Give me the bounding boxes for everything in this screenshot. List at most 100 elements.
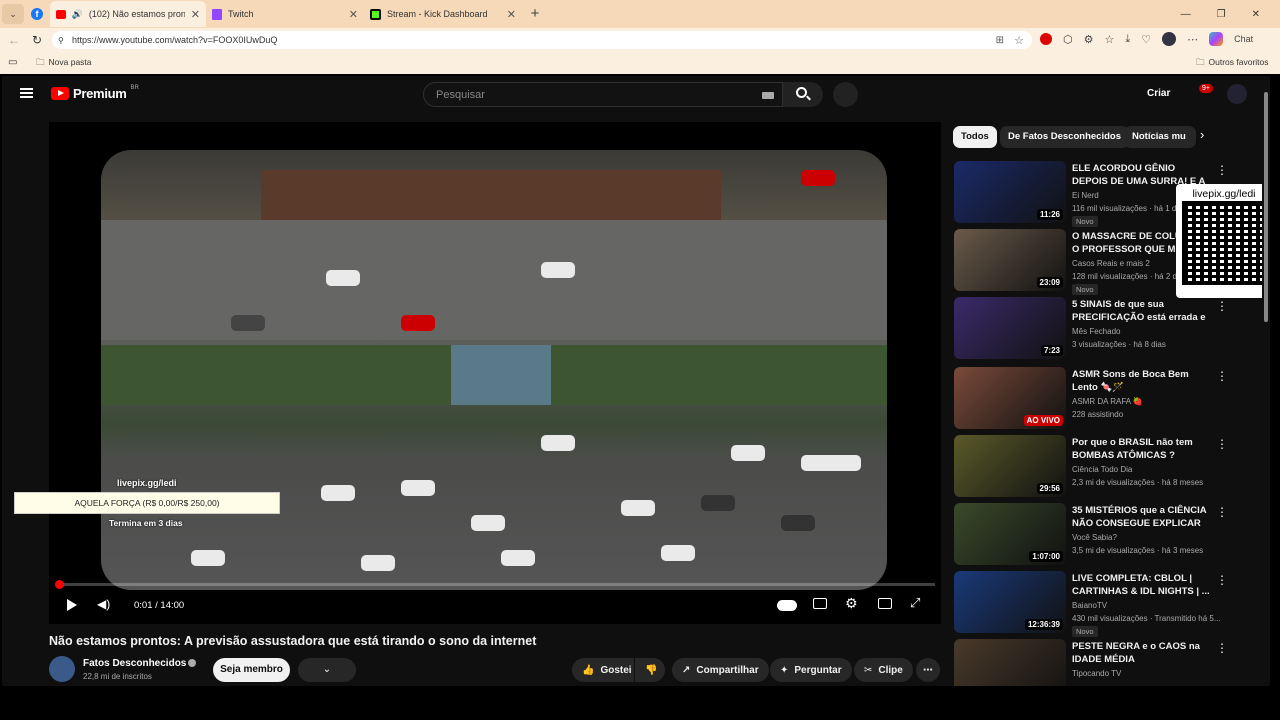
subtitles-icon[interactable] (813, 598, 827, 609)
url-field[interactable]: ⚲ https://www.youtube.com/watch?v=FOOX0I… (52, 31, 1032, 49)
close-icon[interactable]: ✕ (349, 8, 358, 21)
recommendation-channel[interactable]: Tipocando TV (1072, 669, 1121, 678)
chip-news[interactable]: Notícias mu (1124, 126, 1196, 148)
ask-button[interactable]: ✦ Perguntar (770, 658, 852, 682)
speaker-icon[interactable]: 🔊 (72, 9, 83, 20)
like-button[interactable]: 👍 Gostei (572, 658, 634, 682)
recommendation-title[interactable]: LIVE COMPLETA: CBLOL | CARTINHAS & IDL N… (1072, 572, 1212, 598)
voice-search-button[interactable] (833, 82, 858, 107)
more-options-icon[interactable]: ⋮ (1216, 505, 1228, 519)
sidebar-toggle-icon[interactable]: ▭ (8, 57, 17, 68)
extension-2-icon[interactable]: ⚙ (1084, 33, 1094, 46)
video-thumbnail[interactable]: 29:56 (954, 435, 1066, 497)
search-button[interactable] (783, 82, 823, 107)
recommendation-title[interactable]: 35 MISTÉRIOS que a CIÊNCIA NÃO CONSEGUE … (1072, 504, 1212, 530)
dislike-button[interactable]: 👎 (635, 658, 665, 682)
subscribe-dropdown-button[interactable]: ⌄ (298, 658, 356, 682)
recommendation-card[interactable]: 7:23 5 SINAIS de que sua PRECIFICAÇÃO es… (954, 297, 1254, 361)
recommendation-title[interactable]: 5 SINAIS de que sua PRECIFICAÇÃO está er… (1072, 298, 1212, 324)
video-thumbnail[interactable]: 1:07:00 (954, 503, 1066, 565)
close-icon[interactable]: ✕ (191, 8, 200, 21)
play-icon[interactable] (67, 599, 77, 611)
youtube-logo[interactable]: Premium BR (51, 85, 139, 101)
notifications-badge[interactable]: 9+ (1199, 84, 1213, 93)
tab-youtube[interactable]: 🔊 (102) Não estamos prontos: A ✕ (50, 1, 206, 27)
reader-icon[interactable]: ⊞ (996, 35, 1004, 46)
tab-kick[interactable]: Stream - Kick Dashboard ✕ (364, 1, 522, 27)
share-button[interactable]: ↗ Compartilhar (672, 658, 769, 682)
recommendation-channel[interactable]: Mês Fechado (1072, 327, 1120, 336)
more-options-icon[interactable]: ⋮ (1216, 641, 1228, 655)
tab-menu-button[interactable]: ⌄ (2, 4, 24, 24)
close-window-icon[interactable]: ✕ (1252, 9, 1260, 20)
recommendation-channel[interactable]: BaianoTV (1072, 601, 1107, 610)
copilot-icon[interactable] (1209, 32, 1224, 46)
recommendation-title[interactable]: ASMR Sons de Boca Bem Lento 🍬🪄 (1072, 368, 1212, 394)
chat-label[interactable]: Chat (1234, 34, 1253, 44)
keyboard-icon[interactable] (762, 92, 774, 99)
more-options-icon[interactable]: ⋮ (1216, 369, 1228, 383)
more-options-icon[interactable]: ⋮ (1216, 163, 1228, 177)
video-thumbnail[interactable]: 11:26 (954, 161, 1066, 223)
recommendation-card[interactable]: PESTE NEGRA e o CAOS na IDADE MÉDIA Tipo… (954, 639, 1254, 686)
recommendation-title[interactable]: PESTE NEGRA e o CAOS na IDADE MÉDIA (1072, 640, 1212, 666)
settings-icon[interactable]: ⚙ (845, 595, 858, 612)
heart-icon[interactable]: ♡ (1141, 33, 1151, 46)
more-options-icon[interactable]: ⋮ (1216, 573, 1228, 587)
favorites-icon[interactable]: ☆ (1104, 33, 1114, 46)
more-options-icon[interactable]: ⋮ (1216, 437, 1228, 451)
clip-button[interactable]: ✂ Clipe (854, 658, 913, 682)
video-thumbnail[interactable]: 12:36:39 (954, 571, 1066, 633)
progress-bar[interactable] (55, 580, 935, 589)
create-button[interactable]: Criar (1147, 88, 1170, 99)
scrollbar-thumb[interactable] (1264, 92, 1268, 322)
chevron-right-icon[interactable]: › (1200, 127, 1204, 142)
bookmark-folder[interactable]: 🗀 Nova pasta (36, 57, 92, 71)
progress-scrubber[interactable] (55, 580, 64, 589)
hamburger-menu-icon[interactable] (20, 88, 33, 98)
scrollbar[interactable] (1262, 76, 1270, 686)
facebook-pinned-tab[interactable]: f (24, 1, 50, 27)
reload-icon[interactable]: ↻ (32, 33, 42, 47)
chip-channel[interactable]: De Fatos Desconhecidos (1000, 126, 1129, 148)
close-icon[interactable]: ✕ (507, 8, 516, 21)
account-avatar[interactable] (1227, 84, 1247, 104)
recommendation-title[interactable]: Por que o BRASIL não tem BOMBAS ATÔMICAS… (1072, 436, 1212, 462)
channel-name[interactable]: Fatos Desconhecidos (83, 658, 186, 669)
recommendation-channel[interactable]: Você Sabia? (1072, 533, 1117, 542)
search-input[interactable]: Pesquisar (423, 82, 783, 107)
other-favorites[interactable]: 🗀 Outros favoritos (1196, 57, 1269, 71)
recommendation-card[interactable]: 29:56 Por que o BRASIL não tem BOMBAS AT… (954, 435, 1254, 499)
profile-avatar[interactable] (1162, 32, 1177, 46)
recommendation-channel[interactable]: Ei Nerd (1072, 191, 1099, 200)
volume-icon[interactable]: ◀) (97, 597, 110, 611)
extension-icon[interactable]: ⬡ (1063, 33, 1073, 46)
recommendation-card[interactable]: AO VIVO ASMR Sons de Boca Bem Lento 🍬🪄 A… (954, 367, 1254, 431)
back-icon[interactable]: ← (8, 33, 20, 47)
join-button[interactable]: Seja membro (213, 658, 290, 682)
more-actions-button[interactable]: ⋯ (916, 658, 940, 682)
miniplayer-icon[interactable] (878, 598, 892, 609)
video-thumbnail[interactable]: 7:23 (954, 297, 1066, 359)
download-icon[interactable]: ⤓ (1125, 33, 1130, 46)
favorite-star-icon[interactable]: ☆ (1014, 34, 1024, 47)
video-player[interactable]: livepix.gg/ledi Termina em 3 dias (49, 122, 941, 624)
more-icon[interactable]: ⋯ (1187, 33, 1198, 46)
restore-icon[interactable]: ❐ (1217, 9, 1226, 20)
tab-twitch[interactable]: Twitch ✕ (206, 1, 364, 27)
video-thumbnail[interactable]: AO VIVO (954, 367, 1066, 429)
recommendation-card[interactable]: 12:36:39 LIVE COMPLETA: CBLOL | CARTINHA… (954, 571, 1254, 637)
video-thumbnail[interactable] (954, 639, 1066, 686)
opera-extension-icon[interactable] (1040, 33, 1052, 45)
more-options-icon[interactable]: ⋮ (1216, 299, 1228, 313)
recommendation-channel[interactable]: Ciência Todo Dia (1072, 465, 1132, 474)
channel-avatar[interactable] (49, 656, 75, 682)
minimize-icon[interactable]: — (1181, 9, 1191, 20)
recommendation-channel[interactable]: Casos Reais e mais 2 (1072, 259, 1150, 268)
autoplay-toggle[interactable] (777, 600, 797, 611)
recommendation-card[interactable]: 1:07:00 35 MISTÉRIOS que a CIÊNCIA NÃO C… (954, 503, 1254, 567)
fullscreen-icon[interactable]: ⤢ (910, 595, 920, 611)
chip-all[interactable]: Todos (953, 126, 997, 148)
site-info-icon[interactable]: ⚲ (58, 36, 64, 45)
recommendation-channel[interactable]: ASMR DA RAFA 🍓 (1072, 397, 1143, 406)
